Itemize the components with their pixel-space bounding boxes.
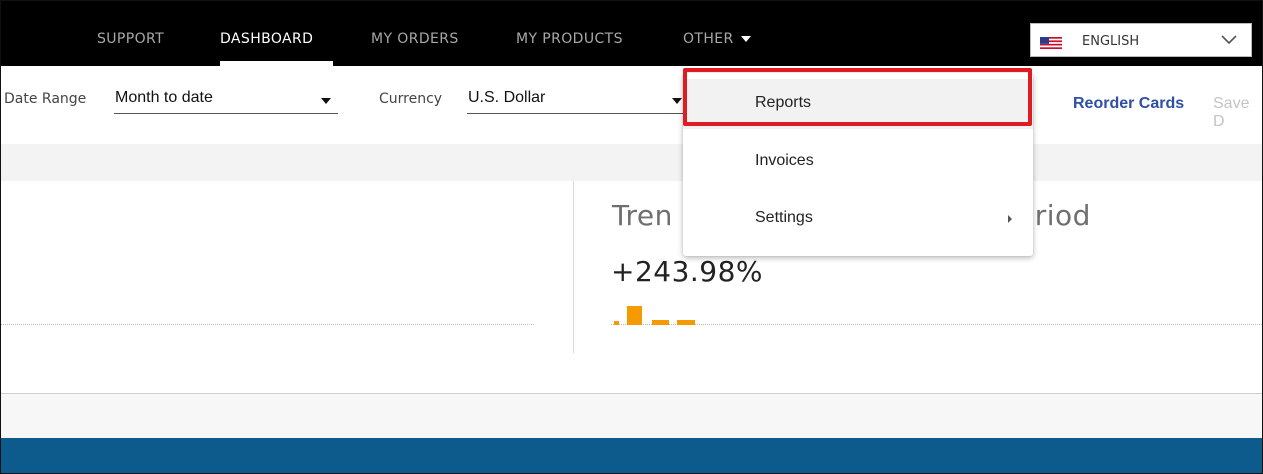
menu-item-label: Invoices bbox=[755, 152, 814, 169]
trend-card-title: Tren bbox=[612, 199, 673, 232]
submenu-arrow-icon bbox=[1008, 215, 1012, 223]
trend-card-value: +243.98% bbox=[611, 255, 764, 288]
nav-my-orders[interactable]: MY ORDERS bbox=[371, 31, 459, 47]
nav-my-products[interactable]: MY PRODUCTS bbox=[516, 31, 623, 47]
menu-item-invoices[interactable]: Invoices bbox=[683, 137, 1033, 187]
date-range-value: Month to date bbox=[115, 89, 213, 106]
nav-other-label: OTHER bbox=[683, 31, 734, 47]
left-card-baseline bbox=[1, 324, 534, 325]
menu-item-label: Settings bbox=[755, 209, 813, 226]
menu-item-label: Reports bbox=[755, 94, 812, 111]
chevron-down-icon bbox=[1221, 35, 1237, 45]
sparkline-bar bbox=[627, 306, 642, 325]
footer-bar bbox=[1, 438, 1262, 473]
other-dropdown-menu: Reports Invoices Settings bbox=[683, 73, 1033, 256]
menu-item-settings[interactable]: Settings bbox=[683, 194, 1033, 244]
nav-support[interactable]: SUPPORT bbox=[97, 31, 164, 47]
date-range-label: Date Range bbox=[4, 91, 87, 107]
app-window: SUPPORT DASHBOARD MY ORDERS MY PRODUCTS … bbox=[0, 0, 1263, 474]
menu-item-reports[interactable]: Reports bbox=[683, 79, 1033, 129]
nav-dashboard[interactable]: DASHBOARD bbox=[220, 31, 313, 47]
currency-select[interactable]: U.S. Dollar bbox=[467, 89, 687, 114]
sparkline-bar bbox=[614, 321, 619, 325]
caret-down-icon bbox=[740, 36, 751, 42]
top-nav-bar: SUPPORT DASHBOARD MY ORDERS MY PRODUCTS … bbox=[1, 1, 1262, 66]
language-select[interactable]: ENGLISH bbox=[1030, 23, 1252, 57]
sparkline-bar bbox=[677, 320, 695, 325]
nav-active-indicator bbox=[220, 61, 333, 66]
caret-down-icon bbox=[321, 98, 331, 104]
card-divider bbox=[573, 181, 574, 353]
currency-value: U.S. Dollar bbox=[468, 89, 546, 106]
reorder-cards-button[interactable]: Reorder Cards bbox=[1073, 95, 1184, 113]
section-divider-band bbox=[1, 144, 1262, 181]
currency-label: Currency bbox=[379, 91, 443, 107]
sparkline-bar bbox=[652, 320, 669, 325]
us-flag-icon bbox=[1040, 37, 1062, 49]
date-range-select[interactable]: Month to date bbox=[114, 89, 338, 114]
trend-card-baseline bbox=[611, 324, 1262, 325]
save-button[interactable]: Save D bbox=[1213, 95, 1262, 131]
nav-other[interactable]: OTHER bbox=[683, 31, 751, 47]
language-label: ENGLISH bbox=[1082, 34, 1140, 49]
light-band bbox=[1, 394, 1262, 438]
caret-down-icon bbox=[672, 98, 682, 104]
